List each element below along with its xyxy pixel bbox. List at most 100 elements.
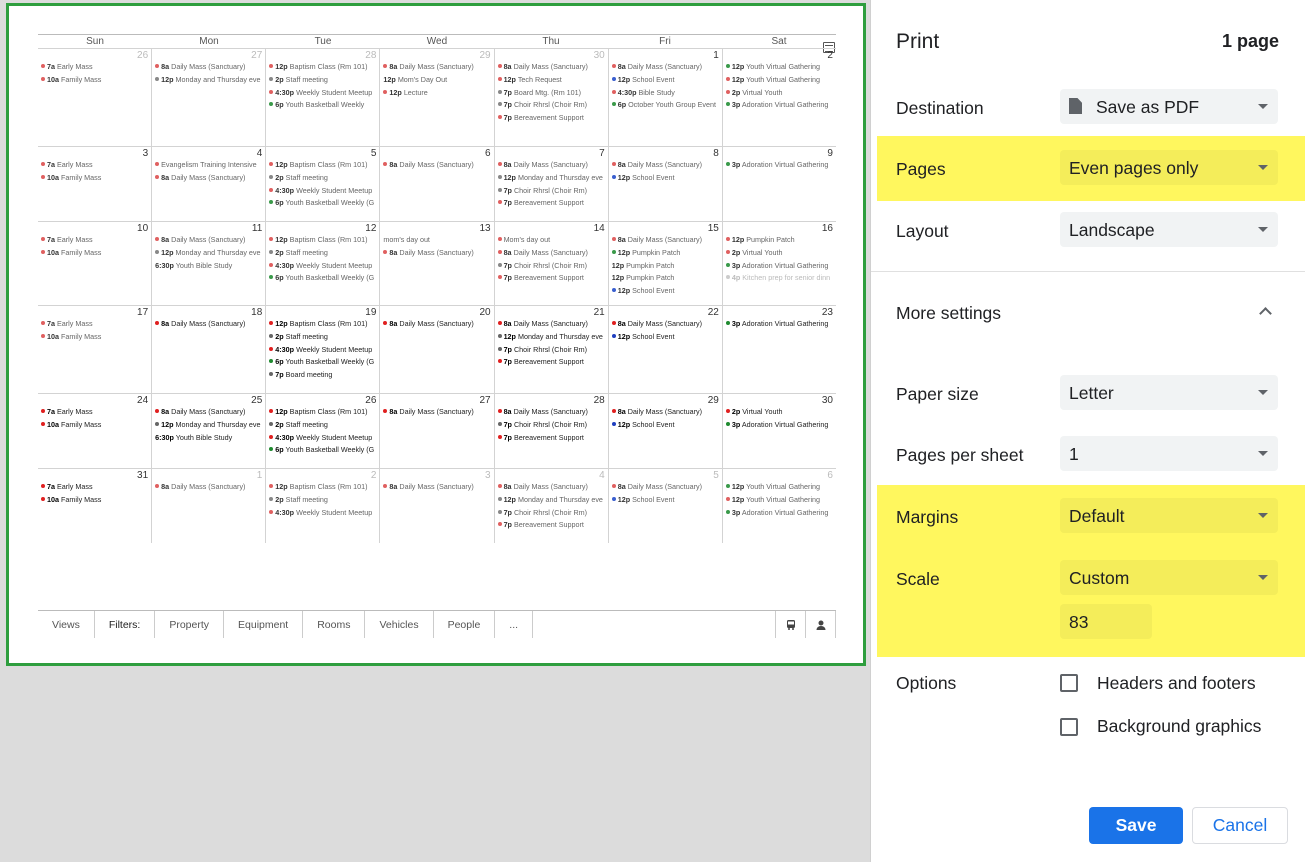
pages-per-sheet-select[interactable]: 1: [1060, 436, 1278, 471]
calendar-event[interactable]: 12p Pumpkin Patch: [609, 260, 722, 273]
calendar-event[interactable]: 7p Board Mtg. (Rm 101): [495, 87, 608, 100]
calendar-event[interactable]: 12p School Event: [609, 331, 722, 344]
calendar-day[interactable]: 8 8a Daily Mass (Sanctuary) 12p School Eve…: [607, 147, 722, 221]
calendar-day[interactable]: 15 8a Daily Mass (Sanctuary) 12p Pumpkin P…: [607, 222, 722, 305]
calendar-event[interactable]: 3p Adoration Virtual Gathering: [723, 419, 836, 432]
calendar-event[interactable]: 4:30p Weekly Student Meetup: [266, 432, 379, 445]
calendar-event[interactable]: 8a Daily Mass (Sanctuary): [609, 234, 722, 247]
calendar-event[interactable]: 7p Bereavement Support: [495, 197, 608, 210]
calendar-day[interactable]: 22 8a Daily Mass (Sanctuary) 12p School Ev…: [607, 306, 722, 393]
filter-equipment[interactable]: Equipment: [224, 611, 304, 638]
calendar-event[interactable]: 12p Baptism Class (Rm 101): [266, 61, 379, 74]
calendar-event[interactable]: 6p Youth Basketball Weekly (G: [266, 444, 379, 457]
calendar-event[interactable]: 7p Choir Rhrsl (Choir Rm): [495, 344, 608, 357]
calendar-event[interactable]: 10a Family Mass: [38, 331, 151, 344]
calendar-day[interactable]: 11 8a Daily Mass (Sanctuary) 12p Monday an…: [151, 222, 265, 305]
calendar-event[interactable]: 10a Family Mass: [38, 247, 151, 260]
calendar-event[interactable]: 12p Tech Request: [495, 74, 608, 87]
calendar-event[interactable]: 8a Daily Mass (Sanctuary): [380, 318, 493, 331]
calendar-event[interactable]: 7p Bereavement Support: [495, 519, 608, 532]
save-button[interactable]: Save: [1089, 807, 1183, 844]
calendar-day[interactable]: 24 7a Early Mass 10a Family Mass: [38, 394, 151, 468]
calendar-event[interactable]: 12p Monday and Thursday eve: [152, 247, 265, 260]
calendar-day[interactable]: 18 8a Daily Mass (Sanctuary): [151, 306, 265, 393]
calendar-day[interactable]: 6 8a Daily Mass (Sanctuary): [379, 147, 493, 221]
calendar-day[interactable]: 26 12p Baptism Class (Rm 101) 2p Staff mee…: [265, 394, 379, 468]
calendar-event[interactable]: 12p Baptism Class (Rm 101): [266, 481, 379, 494]
filter-property[interactable]: Property: [155, 611, 225, 638]
calendar-event[interactable]: 8a Daily Mass (Sanctuary): [380, 247, 493, 260]
calendar-event[interactable]: 12p Pumpkin Patch: [609, 247, 722, 260]
calendar-event[interactable]: 6:30p Youth Bible Study: [152, 432, 265, 445]
calendar-event[interactable]: 2p Virtual Youth: [723, 247, 836, 260]
calendar-event[interactable]: 12p Pumpkin Patch: [609, 272, 722, 285]
calendar-event[interactable]: 7p Bereavement Support: [495, 432, 608, 445]
calendar-event[interactable]: 8a Daily Mass (Sanctuary): [380, 159, 493, 172]
calendar-day[interactable]: 28 8a Daily Mass (Sanctuary) 7p Choir Rhrs…: [493, 394, 608, 468]
calendar-event[interactable]: 8a Daily Mass (Sanctuary): [380, 406, 493, 419]
calendar-day[interactable]: 30 8a Daily Mass (Sanctuary) 12p Tech Requ…: [493, 49, 608, 146]
calendar-event[interactable]: 8a Daily Mass (Sanctuary): [152, 172, 265, 185]
calendar-event[interactable]: 2p Virtual Youth: [723, 406, 836, 419]
calendar-event[interactable]: 6p Youth Basketball Weekly: [266, 99, 379, 112]
calendar-event[interactable]: 7p Bereavement Support: [495, 272, 608, 285]
calendar-day[interactable]: 31 7a Early Mass 10a Family Mass: [38, 469, 151, 543]
calendar-day[interactable]: 2 12p Youth Virtual Gathering 12p Youth Vi…: [721, 49, 836, 146]
calendar-event[interactable]: 12p School Event: [609, 419, 722, 432]
calendar-day[interactable]: 19 12p Baptism Class (Rm 101) 2p Staff mee…: [265, 306, 379, 393]
scale-input[interactable]: 83: [1060, 604, 1152, 639]
calendar-event[interactable]: 8a Daily Mass (Sanctuary): [609, 159, 722, 172]
paper-size-select[interactable]: Letter: [1060, 375, 1278, 410]
calendar-event[interactable]: 8a Daily Mass (Sanctuary): [152, 61, 265, 74]
calendar-event[interactable]: 7p Choir Rhrsl (Choir Rm): [495, 185, 608, 198]
calendar-event[interactable]: 7a Early Mass: [38, 318, 151, 331]
calendar-event[interactable]: 12p School Event: [609, 74, 722, 87]
calendar-event[interactable]: 7p Bereavement Support: [495, 356, 608, 369]
calendar-event[interactable]: 4:30p Bible Study: [609, 87, 722, 100]
calendar-event[interactable]: 7p Choir Rhrsl (Choir Rm): [495, 260, 608, 273]
calendar-event[interactable]: 12p School Event: [609, 285, 722, 298]
calendar-event[interactable]: 8a Daily Mass (Sanctuary): [495, 247, 608, 260]
calendar-event[interactable]: 8a Daily Mass (Sanctuary): [152, 234, 265, 247]
calendar-event[interactable]: 3p Adoration Virtual Gathering: [723, 159, 836, 172]
filter-vehicles[interactable]: Vehicles: [365, 611, 434, 638]
calendar-event[interactable]: 7a Early Mass: [38, 159, 151, 172]
calendar-event[interactable]: 12p Youth Virtual Gathering: [723, 61, 836, 74]
calendar-event[interactable]: 6p Youth Basketball Weekly (G: [266, 356, 379, 369]
calendar-event[interactable]: 2p Staff meeting: [266, 494, 379, 507]
calendar-day[interactable]: 14 Mom's day out 8a Daily Mass (Sanctuary)…: [493, 222, 608, 305]
calendar-event[interactable]: 4:30p Weekly Student Meetup: [266, 507, 379, 520]
calendar-event[interactable]: 10a Family Mass: [38, 494, 151, 507]
calendar-day[interactable]: 29 8a Daily Mass (Sanctuary) 12p Mom's Day…: [379, 49, 493, 146]
calendar-event[interactable]: 12p Youth Virtual Gathering: [723, 494, 836, 507]
calendar-event[interactable]: 7a Early Mass: [38, 234, 151, 247]
margins-select[interactable]: Default: [1060, 498, 1278, 533]
calendar-event[interactable]: 12p Youth Virtual Gathering: [723, 74, 836, 87]
calendar-event[interactable]: 3p Adoration Virtual Gathering: [723, 507, 836, 520]
calendar-event[interactable]: 12p Baptism Class (Rm 101): [266, 406, 379, 419]
calendar-event[interactable]: 12p Baptism Class (Rm 101): [266, 318, 379, 331]
calendar-event[interactable]: 12p Mom's Day Out: [380, 74, 493, 87]
calendar-event[interactable]: 3p Adoration Virtual Gathering: [723, 99, 836, 112]
calendar-day[interactable]: 3 8a Daily Mass (Sanctuary): [379, 469, 493, 543]
calendar-event[interactable]: 4:30p Weekly Student Meetup: [266, 260, 379, 273]
calendar-event[interactable]: 4p Kitchen prep for senior dinn: [723, 272, 836, 285]
calendar-day[interactable]: 7 8a Daily Mass (Sanctuary) 12p Monday and…: [493, 147, 608, 221]
calendar-event[interactable]: 6p Youth Basketball Weekly (G: [266, 197, 379, 210]
person-icon[interactable]: [806, 611, 836, 638]
calendar-event[interactable]: 8a Daily Mass (Sanctuary): [495, 61, 608, 74]
layout-select[interactable]: Landscape: [1060, 212, 1278, 247]
filter-more[interactable]: ...: [495, 611, 534, 638]
vehicle-icon[interactable]: [776, 611, 806, 638]
calendar-event[interactable]: 8a Daily Mass (Sanctuary): [495, 406, 608, 419]
calendar-event[interactable]: 2p Staff meeting: [266, 331, 379, 344]
calendar-event[interactable]: 7a Early Mass: [38, 406, 151, 419]
calendar-day[interactable]: 23 3p Adoration Virtual Gathering: [721, 306, 836, 393]
calendar-day[interactable]: 5 8a Daily Mass (Sanctuary) 12p School Eve…: [607, 469, 722, 543]
calendar-event[interactable]: 6:30p Youth Bible Study: [152, 260, 265, 273]
background-graphics-label[interactable]: Background graphics: [1097, 716, 1261, 737]
calendar-day[interactable]: 3 7a Early Mass 10a Family Mass: [38, 147, 151, 221]
calendar-event[interactable]: 12p Baptism Class (Rm 101): [266, 234, 379, 247]
calendar-event[interactable]: 12p Lecture: [380, 87, 493, 100]
calendar-day[interactable]: 30 2p Virtual Youth 3p Adoration Virtual G…: [721, 394, 836, 468]
